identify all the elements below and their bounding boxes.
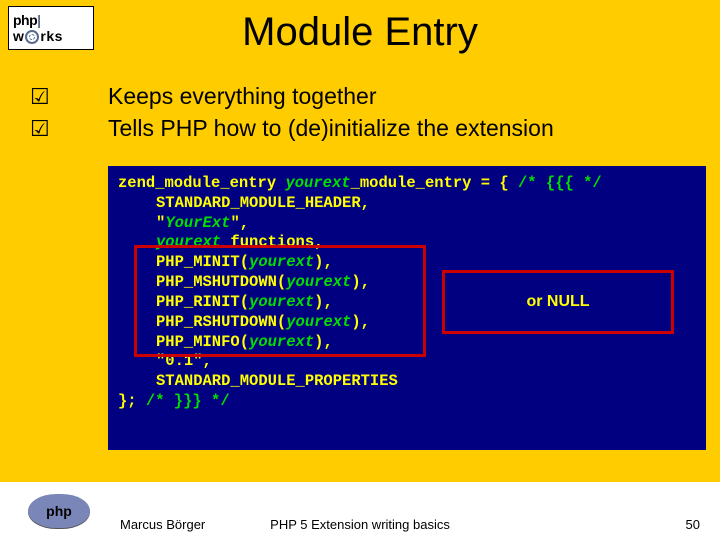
bullet-list: ☑ Keeps everything together ☑ Tells PHP …	[108, 82, 700, 146]
footer-title: PHP 5 Extension writing basics	[0, 517, 720, 532]
callout-text: or NULL	[526, 293, 589, 311]
bullet-item: ☑ Keeps everything together	[108, 82, 700, 112]
code-token: ",	[230, 214, 249, 232]
code-comment: /* {{{ */	[518, 174, 602, 192]
code-token: yourext	[285, 174, 350, 192]
checkbox-icon: ☑	[30, 116, 50, 142]
bullet-text: Tells PHP how to (de)initialize the exte…	[108, 114, 554, 144]
footer-page-number: 50	[686, 517, 700, 532]
callout-box-or-null: or NULL	[442, 270, 674, 334]
code-token: "	[156, 214, 165, 232]
code-token: };	[118, 392, 146, 410]
code-comment: /* }}} */	[146, 392, 230, 410]
slide-footer: php Marcus Börger PHP 5 Extension writin…	[0, 482, 720, 540]
code-token: _module_entry = {	[351, 174, 518, 192]
code-token: YourExt	[165, 214, 230, 232]
checkbox-icon: ☑	[30, 84, 50, 110]
bullet-item: ☑ Tells PHP how to (de)initialize the ex…	[108, 114, 700, 144]
code-token: STANDARD_MODULE_PROPERTIES	[156, 372, 398, 390]
highlight-box-functions	[134, 245, 426, 357]
bullet-text: Keeps everything together	[108, 82, 377, 112]
code-token: zend_module_entry	[118, 174, 285, 192]
slide-title: Module Entry	[0, 10, 720, 55]
code-token: STANDARD_MODULE_HEADER,	[156, 194, 370, 212]
